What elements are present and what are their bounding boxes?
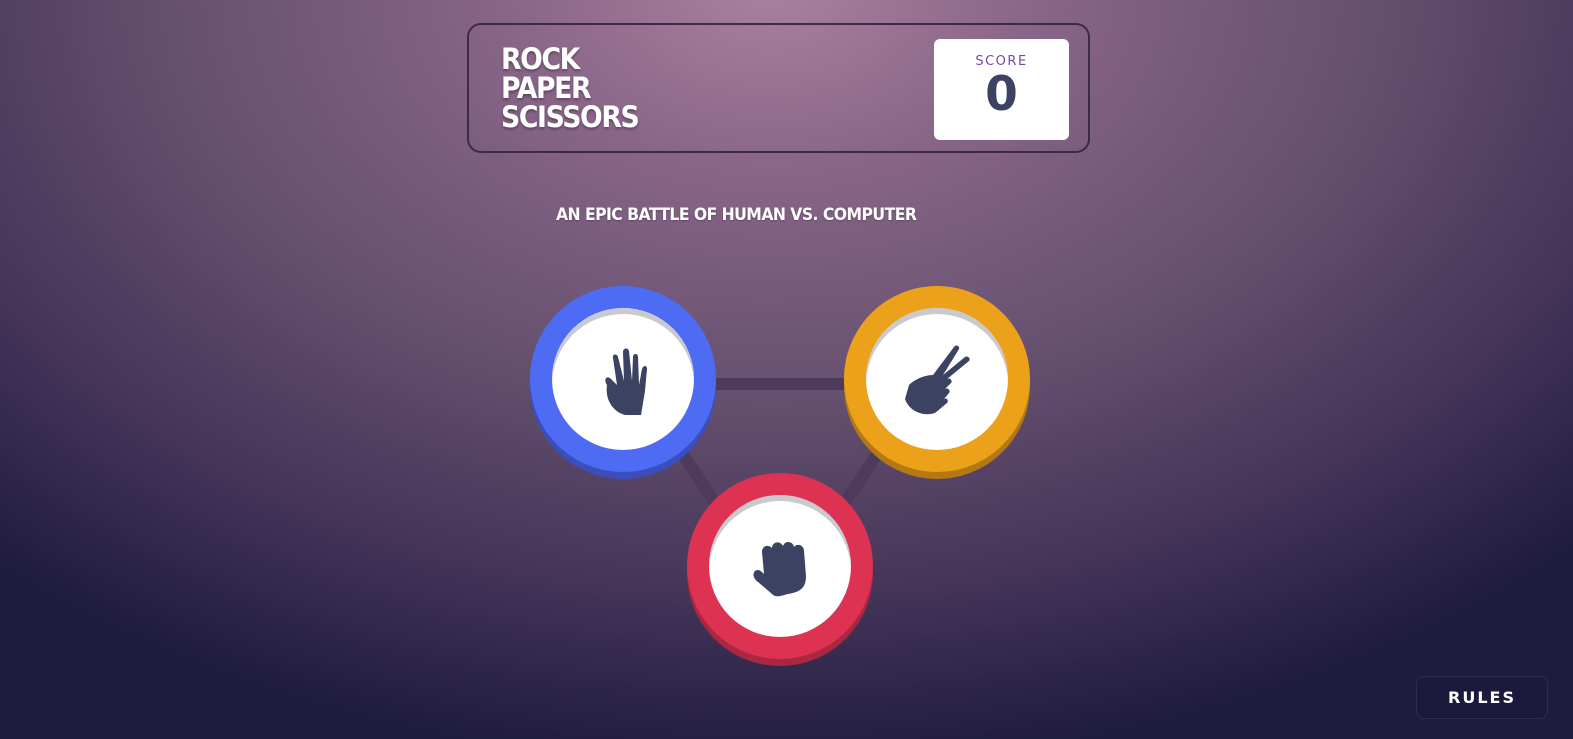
scissors-token-face[interactable] xyxy=(866,308,1008,450)
title-line-scissors: SCISSORS xyxy=(501,100,640,134)
rock-token-face[interactable] xyxy=(709,495,851,637)
score-value: 0 xyxy=(985,67,1018,122)
scissors-choice-button[interactable] xyxy=(844,286,1030,472)
header-scoreboard: ROCK PAPER SCISSORS SCORE 0 xyxy=(467,23,1090,153)
score-box: SCORE 0 xyxy=(934,39,1069,140)
rules-button[interactable]: RULES xyxy=(1416,676,1548,719)
tagline: AN EPIC BATTLE OF HUMAN VS. COMPUTER xyxy=(556,205,917,225)
paper-token-face[interactable] xyxy=(552,308,694,450)
rock-choice-button[interactable] xyxy=(687,473,873,659)
title-line-paper: PAPER xyxy=(501,71,592,105)
rock-fist-icon xyxy=(753,541,806,597)
scissors-hand-icon xyxy=(905,345,970,415)
paper-choice-button[interactable] xyxy=(530,286,716,472)
title-line-rock: ROCK xyxy=(501,42,580,76)
game-title: ROCK PAPER SCISSORS xyxy=(501,42,640,134)
paper-hand-icon xyxy=(605,348,647,415)
